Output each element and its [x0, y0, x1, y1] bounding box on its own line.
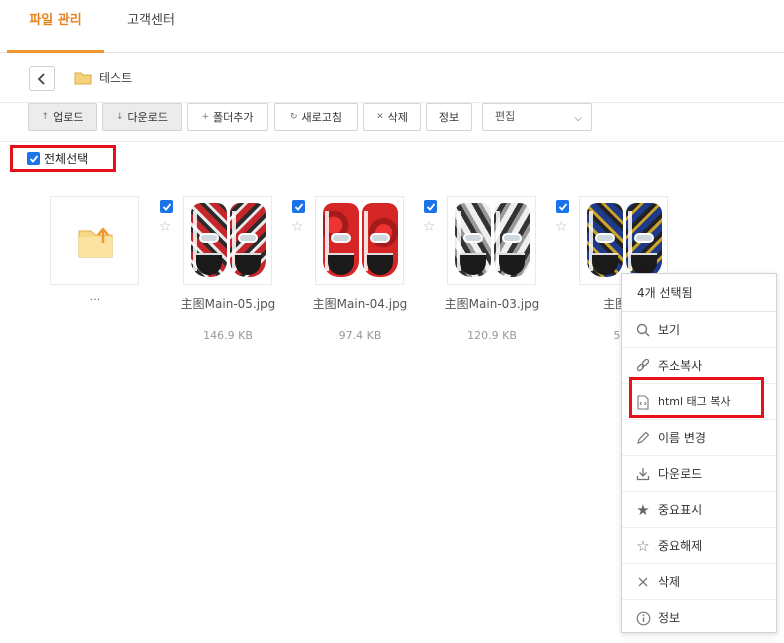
- parent-folder-label: ...: [89, 290, 101, 303]
- file-checkbox[interactable]: [160, 200, 173, 213]
- download-button[interactable]: ↓ 다운로드: [102, 103, 182, 131]
- menu-item-label: html 태그 복사: [658, 395, 731, 408]
- refresh-button[interactable]: ↻ 새로고침: [274, 103, 358, 131]
- plus-icon: +: [201, 112, 210, 122]
- close-icon: [635, 574, 651, 590]
- menu-item-info[interactable]: 정보: [622, 600, 776, 636]
- add-folder-label: 폴더추가: [213, 111, 254, 124]
- file-thumbnail[interactable]: [315, 196, 404, 285]
- menu-item-delete[interactable]: 삭제: [622, 564, 776, 600]
- chevron-down-icon: ⌵: [574, 113, 582, 124]
- file-thumbnail[interactable]: [579, 196, 668, 285]
- menu-item-unmark-important[interactable]: ☆ 중요해제: [622, 528, 776, 564]
- info-icon: [635, 610, 651, 626]
- star-outline-icon[interactable]: ☆: [555, 219, 568, 235]
- delete-button[interactable]: ✕ 삭제: [363, 103, 421, 131]
- info-button[interactable]: 정보: [426, 103, 472, 131]
- delete-label: 삭제: [387, 111, 408, 124]
- code-file-icon: [635, 394, 651, 410]
- menu-item-label: 보기: [658, 323, 681, 337]
- star-outline-icon[interactable]: ☆: [423, 219, 436, 235]
- jacket-image: [323, 203, 359, 277]
- tab-file-management[interactable]: 파일 관리: [7, 0, 104, 53]
- menu-item-label: 중요해제: [658, 539, 703, 553]
- menu-item-mark-important[interactable]: ★ 중요표시: [622, 492, 776, 528]
- jacket-image: [626, 203, 662, 277]
- search-icon: [635, 322, 651, 338]
- folder-up-icon: [78, 227, 113, 258]
- arrow-down-icon: ↓: [115, 112, 124, 122]
- star-outline-icon[interactable]: ☆: [159, 219, 172, 235]
- folder-icon: [74, 72, 92, 85]
- refresh-label: 새로고침: [301, 111, 343, 124]
- jacket-image: [362, 203, 398, 277]
- menu-item-label: 중요표시: [658, 503, 703, 517]
- menu-item-view[interactable]: 보기: [622, 312, 776, 348]
- chevron-left-icon: [37, 72, 45, 85]
- file-size: 97.4 KB: [338, 329, 382, 342]
- select-all-checkbox[interactable]: [27, 152, 40, 165]
- file-checkbox[interactable]: [292, 200, 305, 213]
- star-outline-icon[interactable]: ☆: [291, 219, 304, 235]
- breadcrumb: 테스트: [0, 53, 784, 103]
- file-name: 主图Main-04.jpg: [312, 297, 408, 311]
- jacket-image: [494, 203, 530, 277]
- file-name: 主图Main-03.jpg: [444, 297, 540, 311]
- arrow-up-icon: ↑: [41, 112, 50, 122]
- menu-item-download[interactable]: 다운로드: [622, 456, 776, 492]
- context-menu-header: 4개 선택됨: [622, 274, 776, 312]
- upload-button[interactable]: ↑ 업로드: [28, 103, 97, 131]
- edit-select-value: 편집: [495, 110, 516, 123]
- file-size: 146.9 KB: [203, 329, 253, 342]
- pencil-icon: [635, 430, 651, 446]
- jacket-image: [587, 203, 623, 277]
- upload-label: 업로드: [53, 111, 84, 124]
- back-button[interactable]: [29, 66, 55, 91]
- tab-customer-center[interactable]: 고객센터: [112, 0, 190, 53]
- menu-item-label: 삭제: [658, 575, 681, 589]
- select-all-highlight: 전체선택: [10, 145, 116, 172]
- file-checkbox[interactable]: [556, 200, 569, 213]
- jacket-image: [191, 203, 227, 277]
- edit-select[interactable]: 편집 ⌵: [482, 103, 592, 131]
- select-all-label: 전체선택: [44, 152, 89, 166]
- file-name: 主图Main-05.jpg: [180, 297, 276, 311]
- file-thumbnail[interactable]: [183, 196, 272, 285]
- menu-item-label: 이름 변경: [658, 431, 706, 445]
- file-size: 120.9 KB: [467, 329, 517, 342]
- download-label: 다운로드: [127, 111, 169, 124]
- link-icon: [635, 358, 651, 374]
- menu-item-copy-address[interactable]: 주소복사: [622, 348, 776, 384]
- info-label: 정보: [438, 111, 460, 124]
- context-menu: 4개 선택됨 보기 주소복사 html 태그 복사 이름 변경 다운로드 ★ 중…: [621, 273, 777, 633]
- toolbar: ↑ 업로드 ↓ 다운로드 + 폴더추가 ↻ 새로고침 ✕ 삭제 정보 편집 ⌵: [0, 103, 784, 142]
- star-outline-icon: ☆: [636, 537, 650, 555]
- parent-folder-item[interactable]: [50, 196, 139, 285]
- file-checkbox[interactable]: [424, 200, 437, 213]
- menu-item-rename[interactable]: 이름 변경: [622, 420, 776, 456]
- jacket-image: [455, 203, 491, 277]
- download-icon: [635, 466, 651, 482]
- file-thumbnail[interactable]: [447, 196, 536, 285]
- add-folder-button[interactable]: + 폴더추가: [187, 103, 268, 131]
- refresh-icon: ↻: [289, 112, 298, 122]
- current-folder-label: 테스트: [99, 71, 133, 85]
- menu-item-copy-html-tag[interactable]: html 태그 복사: [622, 384, 776, 420]
- menu-item-label: 정보: [658, 611, 681, 625]
- menu-item-label: 주소복사: [658, 359, 703, 373]
- tab-bar: 파일 관리 고객센터: [0, 0, 784, 53]
- close-icon: ✕: [376, 112, 384, 122]
- jacket-image: [230, 203, 266, 277]
- star-filled-icon: ★: [636, 501, 650, 519]
- menu-item-label: 다운로드: [658, 467, 703, 481]
